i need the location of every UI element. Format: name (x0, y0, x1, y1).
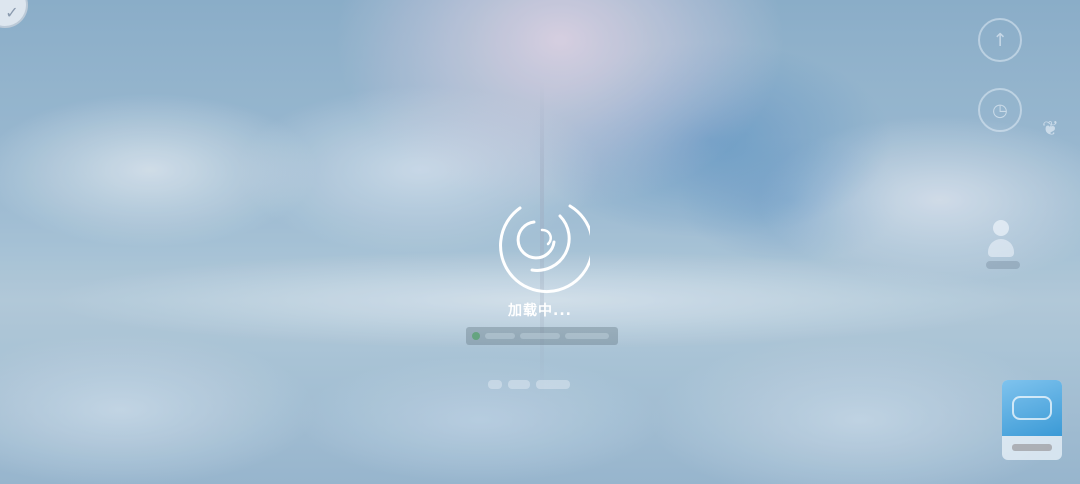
blurred-subtitle (488, 376, 590, 392)
promo-card-icon (1002, 380, 1062, 460)
loading-overlay: 加载中... (440, 190, 640, 330)
loading-spinner-icon (499, 204, 590, 294)
avatar-icon (986, 220, 1020, 269)
compass-icon: ↑ (978, 18, 1022, 62)
feather-icon: ❦ (1042, 116, 1059, 140)
clock-icon: ◷ (978, 88, 1022, 132)
loading-text: 加载中... (508, 303, 572, 319)
